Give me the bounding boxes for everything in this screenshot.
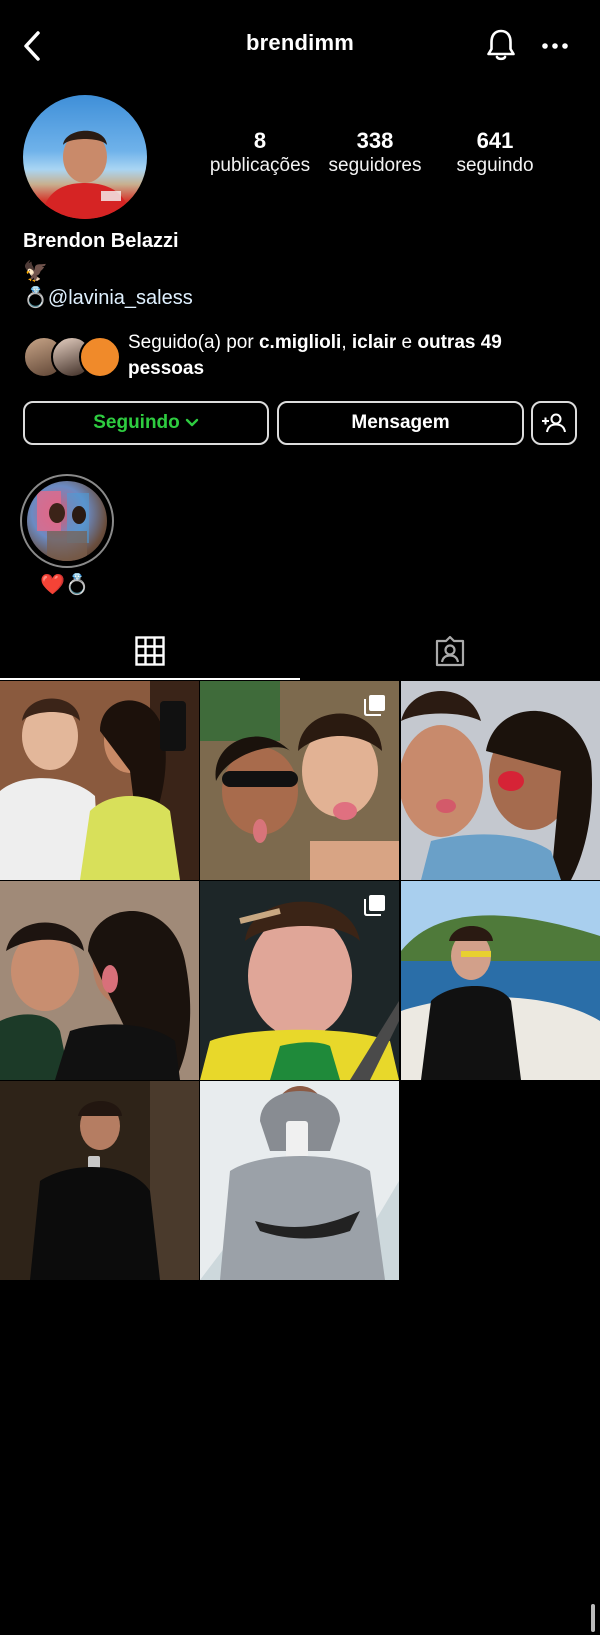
message-button-label: Mensagem (351, 412, 450, 433)
followed-by-connector: e (396, 332, 418, 353)
post-thumbnail[interactable] (401, 681, 600, 880)
bio-emoji-line: 🦅 (23, 261, 48, 283)
posts-count-value: 8 (253, 128, 267, 153)
bell-icon (487, 29, 515, 61)
followers-count[interactable]: 338 seguidores (320, 128, 430, 178)
following-count-value: 641 (476, 128, 514, 153)
followers-count-label: seguidores (328, 155, 422, 176)
followed-by-prefix: Seguido(a) por (128, 332, 259, 353)
notifications-button[interactable] (480, 24, 522, 66)
tab-tagged[interactable] (300, 623, 600, 679)
followed-by-user-2[interactable]: iclair (352, 332, 396, 353)
more-options-button[interactable] (535, 28, 575, 64)
following-button[interactable]: Seguindo (23, 401, 269, 445)
tagged-person-icon (435, 635, 465, 667)
mutual-avatar (79, 336, 121, 378)
mutual-followers[interactable]: Seguido(a) por c.miglioli, iclair e outr… (23, 330, 583, 386)
profile-avatar[interactable] (23, 95, 147, 219)
post-thumbnail[interactable] (0, 1081, 199, 1280)
followers-count-value: 338 (356, 128, 394, 153)
suggest-users-button[interactable] (531, 401, 577, 445)
posts-count-label: publicações (209, 155, 311, 176)
display-name: Brendon Belazzi (23, 230, 179, 252)
active-tab-indicator (0, 678, 300, 680)
scroll-indicator[interactable] (591, 1604, 595, 1632)
multiple-photos-icon (364, 695, 385, 716)
top-bar: brendimm (0, 0, 600, 92)
highlight-cover (27, 481, 107, 561)
following-count-label: seguindo (456, 155, 534, 176)
grid-icon (135, 636, 165, 666)
followed-by-text: Seguido(a) por c.miglioli, iclair e outr… (128, 330, 578, 382)
story-highlight[interactable] (20, 474, 114, 568)
post-thumbnail[interactable] (0, 881, 199, 1080)
mutual-avatars (23, 336, 123, 378)
posts-count[interactable]: 8 publicações (205, 128, 315, 178)
post-thumbnail[interactable] (200, 881, 399, 1080)
tab-posts[interactable] (0, 623, 300, 679)
following-button-label: Seguindo (93, 412, 180, 433)
followed-by-user-1[interactable]: c.miglioli (259, 332, 341, 353)
bio-mention-line: 💍 @lavinia_saless (23, 286, 193, 310)
add-person-icon (542, 413, 566, 433)
post-thumbnail[interactable] (200, 1081, 399, 1280)
profile-tabs (0, 623, 600, 681)
bio-mention-link[interactable]: @lavinia_saless (48, 286, 193, 310)
more-horizontal-icon (542, 43, 568, 49)
post-thumbnail[interactable] (0, 681, 199, 880)
message-button[interactable]: Mensagem (277, 401, 524, 445)
post-thumbnail[interactable] (401, 881, 600, 1080)
multiple-photos-icon (364, 895, 385, 916)
profile-stats: 8 publicações 338 seguidores 641 seguind… (205, 128, 565, 188)
bio-ring-emoji: 💍 (23, 287, 48, 309)
following-count[interactable]: 641 seguindo (445, 128, 545, 178)
followed-by-separator: , (341, 332, 352, 353)
chevron-down-icon (185, 418, 198, 427)
avatar-photo (41, 130, 131, 219)
story-highlight-label: ❤️💍 (40, 574, 90, 596)
post-thumbnail[interactable] (200, 681, 399, 880)
